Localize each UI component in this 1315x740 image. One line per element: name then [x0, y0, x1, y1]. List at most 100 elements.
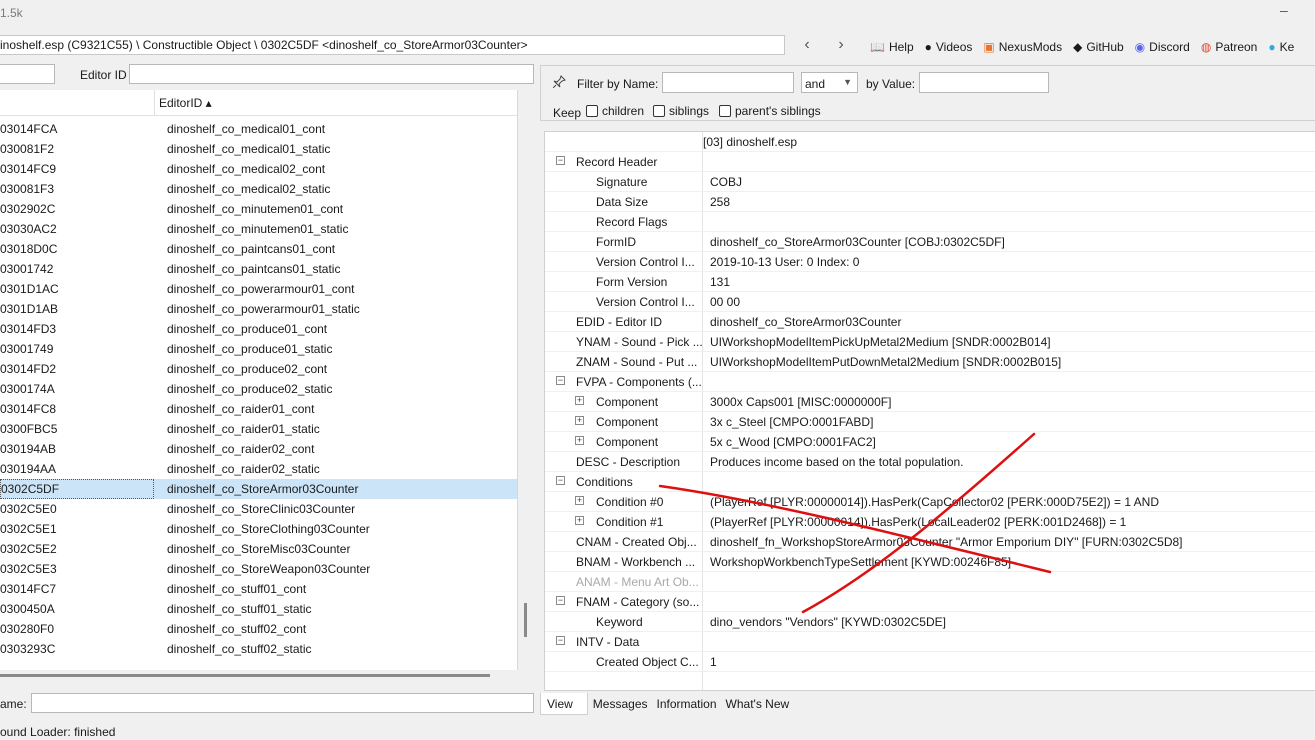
- nexusmods-link[interactable]: ▣ NexusMods: [983, 37, 1062, 57]
- help-link[interactable]: 📖 Help: [870, 37, 914, 57]
- github-link[interactable]: ◆ GitHub: [1073, 37, 1124, 57]
- tree-row[interactable]: FormID dinoshelf_co_StoreArmor03Counter […: [545, 232, 1315, 252]
- checkbox-box[interactable]: [586, 105, 598, 117]
- collapse-icon[interactable]: −: [556, 636, 565, 645]
- tree-row[interactable]: ZNAM - Sound - Put ... UIWorkshopModelIte…: [545, 352, 1315, 372]
- table-row[interactable]: 0302C5E1 dinoshelf_co_StoreClothing03Coun…: [0, 519, 517, 539]
- collapse-icon[interactable]: −: [556, 376, 565, 385]
- tree-row[interactable]: − FNAM - Category (so...: [545, 592, 1315, 612]
- pin-icon[interactable]: [552, 75, 566, 91]
- tree-row[interactable]: Version Control I... 2019-10-13 User: 0 I…: [545, 252, 1315, 272]
- tree-row[interactable]: − FVPA - Components (...: [545, 372, 1315, 392]
- tree-row[interactable]: [03] dinoshelf.esp: [545, 132, 1315, 152]
- patreon-link[interactable]: ◍ Patreon: [1201, 37, 1258, 57]
- tree-row[interactable]: BNAM - Workbench ... WorkshopWorkbenchTyp…: [545, 552, 1315, 572]
- table-row[interactable]: 0300FBC5 dinoshelf_co_raider01_static: [0, 419, 517, 439]
- table-row[interactable]: 0302C5DF dinoshelf_co_StoreArmor03Counter: [0, 479, 517, 499]
- back-button[interactable]: ‹: [797, 36, 817, 56]
- table-row[interactable]: 03001742 dinoshelf_co_paintcans01_static: [0, 259, 517, 279]
- table-row[interactable]: 0301D1AC dinoshelf_co_powerarmour01_cont: [0, 279, 517, 299]
- scroll-thumb[interactable]: [0, 674, 490, 677]
- discord-link[interactable]: ◉ Discord: [1135, 37, 1190, 57]
- videos-link[interactable]: ● Videos: [925, 37, 973, 57]
- checkbox-box[interactable]: [719, 105, 731, 117]
- tree-row[interactable]: Keyword dino_vendors "Vendors" [KYWD:0302…: [545, 612, 1315, 632]
- table-row[interactable]: 0302C5E0 dinoshelf_co_StoreClinic03Counte…: [0, 499, 517, 519]
- expand-icon[interactable]: +: [575, 396, 584, 405]
- formid-filter-input[interactable]: [0, 64, 55, 84]
- tree-row[interactable]: − Conditions: [545, 472, 1315, 492]
- expand-icon[interactable]: +: [575, 516, 584, 525]
- tab-whats-new[interactable]: What's New: [721, 693, 794, 715]
- table-row[interactable]: 0302C5E3 dinoshelf_co_StoreWeapon03Counte…: [0, 559, 517, 579]
- table-row[interactable]: 03014FC7 dinoshelf_co_stuff01_cont: [0, 579, 517, 599]
- filter-by-value-input[interactable]: [919, 72, 1049, 93]
- table-row[interactable]: 0302902C dinoshelf_co_minutemen01_cont: [0, 199, 517, 219]
- checkbox-box[interactable]: [653, 105, 665, 117]
- table-row[interactable]: 03014FD3 dinoshelf_co_produce01_cont: [0, 319, 517, 339]
- table-row[interactable]: 0302C5E2 dinoshelf_co_StoreMisc03Counter: [0, 539, 517, 559]
- expand-icon[interactable]: +: [575, 496, 584, 505]
- forward-button[interactable]: ›: [831, 36, 851, 56]
- tree-row[interactable]: Signature COBJ: [545, 172, 1315, 192]
- tree-row[interactable]: ANAM - Menu Art Ob...: [545, 572, 1315, 592]
- table-row[interactable]: 03018D0C dinoshelf_co_paintcans01_cont: [0, 239, 517, 259]
- filter-by-name-input[interactable]: [662, 72, 794, 93]
- tree-row[interactable]: + Condition #1 (PlayerRef [PLYR:00000014])…: [545, 512, 1315, 532]
- tab-information[interactable]: Information: [652, 693, 721, 715]
- minimize-button[interactable]: –: [1280, 2, 1294, 20]
- grid-vertical-scrollbar[interactable]: [520, 90, 534, 670]
- tree-row[interactable]: + Component 3x c_Steel [CMPO:0001FABD]: [545, 412, 1315, 432]
- table-row[interactable]: 030081F2 dinoshelf_co_medical01_static: [0, 139, 517, 159]
- grid-horizontal-scrollbar[interactable]: [0, 672, 518, 680]
- table-row[interactable]: 030194AB dinoshelf_co_raider02_cont: [0, 439, 517, 459]
- editorid-column-header[interactable]: EditorID ▴: [159, 96, 212, 110]
- tree-row[interactable]: EDID - Editor ID dinoshelf_co_StoreArmor0…: [545, 312, 1315, 332]
- editor-id-filter-input[interactable]: [129, 64, 534, 84]
- expand-icon[interactable]: +: [575, 416, 584, 425]
- tab-view[interactable]: View: [540, 693, 588, 715]
- table-row[interactable]: 0301D1AB dinoshelf_co_powerarmour01_stati…: [0, 299, 517, 319]
- record-path-field[interactable]: inoshelf.esp (C9321C55) \ Constructible …: [0, 35, 785, 55]
- expand-icon[interactable]: +: [575, 436, 584, 445]
- table-row[interactable]: 03014FC9 dinoshelf_co_medical02_cont: [0, 159, 517, 179]
- table-row[interactable]: 0300174A dinoshelf_co_produce02_static: [0, 379, 517, 399]
- tree-row[interactable]: + Component 5x c_Wood [CMPO:0001FAC2]: [545, 432, 1315, 452]
- collapse-icon[interactable]: −: [556, 596, 565, 605]
- table-row[interactable]: 030280F0 dinoshelf_co_stuff02_cont: [0, 619, 517, 639]
- filter-operator-select[interactable]: and ▼: [801, 72, 858, 93]
- table-row[interactable]: 030081F3 dinoshelf_co_medical02_static: [0, 179, 517, 199]
- tree-row[interactable]: Created Object C... 1: [545, 652, 1315, 672]
- tree-row[interactable]: CNAM - Created Obj... dinoshelf_fn_Worksh…: [545, 532, 1315, 552]
- table-row[interactable]: 03014FD2 dinoshelf_co_produce02_cont: [0, 359, 517, 379]
- keep-children-checkbox[interactable]: children: [586, 104, 644, 118]
- tree-row[interactable]: + Condition #0 (PlayerRef [PLYR:00000014])…: [545, 492, 1315, 512]
- name-filter-input[interactable]: [31, 693, 534, 713]
- table-row[interactable]: 03014FCA dinoshelf_co_medical01_cont: [0, 119, 517, 139]
- tree-row[interactable]: Form Version 131: [545, 272, 1315, 292]
- table-row[interactable]: 030194AA dinoshelf_co_raider02_static: [0, 459, 517, 479]
- tree-row[interactable]: YNAM - Sound - Pick ... UIWorkshopModelIt…: [545, 332, 1315, 352]
- tree-row[interactable]: DESC - Description Produces income based …: [545, 452, 1315, 472]
- ko-fi-link[interactable]: ● Ke: [1268, 37, 1294, 57]
- table-row[interactable]: 0303293C dinoshelf_co_stuff02_static: [0, 639, 517, 659]
- tree-row[interactable]: − INTV - Data: [545, 632, 1315, 652]
- table-row[interactable]: 03030AC2 dinoshelf_co_minutemen01_static: [0, 219, 517, 239]
- tree-value: dino_vendors "Vendors" [KYWD:0302C5DE]: [710, 615, 946, 629]
- tab-messages[interactable]: Messages: [588, 693, 652, 715]
- tree-row[interactable]: Record Flags: [545, 212, 1315, 232]
- tree-row[interactable]: Data Size 258: [545, 192, 1315, 212]
- formid-cell: 0300FBC5: [0, 422, 58, 436]
- keep-parents-siblings-checkbox[interactable]: parent's siblings: [719, 104, 821, 118]
- tree-row[interactable]: − Record Header: [545, 152, 1315, 172]
- scroll-thumb[interactable]: [524, 603, 527, 637]
- collapse-icon[interactable]: −: [556, 156, 565, 165]
- tree-row[interactable]: Version Control I... 00 00: [545, 292, 1315, 312]
- ko-fi-label: Ke: [1279, 40, 1295, 54]
- tree-row[interactable]: + Component 3000x Caps001 [MISC:0000000F]: [545, 392, 1315, 412]
- table-row[interactable]: 03014FC8 dinoshelf_co_raider01_cont: [0, 399, 517, 419]
- keep-siblings-checkbox[interactable]: siblings: [653, 104, 709, 118]
- table-row[interactable]: 03001749 dinoshelf_co_produce01_static: [0, 339, 517, 359]
- collapse-icon[interactable]: −: [556, 476, 565, 485]
- table-row[interactable]: 0300450A dinoshelf_co_stuff01_static: [0, 599, 517, 619]
